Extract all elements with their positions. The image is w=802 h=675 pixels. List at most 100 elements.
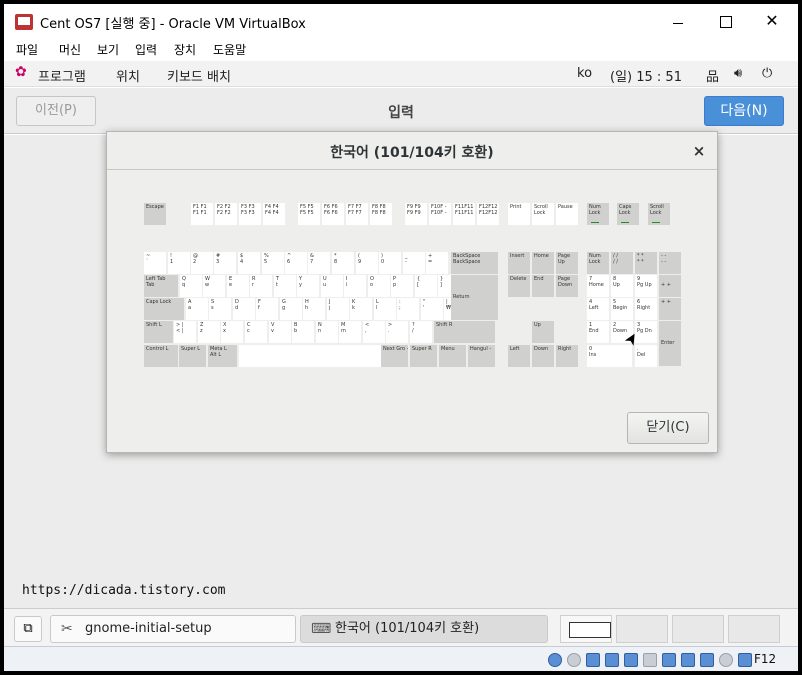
key: J j xyxy=(327,298,349,320)
key: Hangul - xyxy=(468,345,495,367)
key: : ; xyxy=(397,298,419,320)
key: S s xyxy=(209,298,231,320)
key: H h xyxy=(303,298,325,320)
key: F3 F3 F3 F3 xyxy=(239,203,261,225)
key: F7 F7 F7 F7 xyxy=(346,203,368,225)
keyboard-icon: ⌨ xyxy=(311,621,332,637)
key: BackSpace BackSpace xyxy=(451,252,499,274)
keyboard-diagram: Escape F1 F1 F1 F1 F2 F2 F2 F2 F3 F3 F3 F3 F… xyxy=(107,171,717,406)
taskbar-item-label: 한국어 (101/104키 호환) xyxy=(335,621,480,636)
cpu-icon[interactable] xyxy=(700,653,714,667)
applications-menu[interactable]: 프로그램 xyxy=(38,66,86,85)
optical-drive-icon[interactable] xyxy=(567,653,581,667)
hard-disk-icon[interactable] xyxy=(548,653,562,667)
workspace-3[interactable] xyxy=(672,615,724,643)
clock[interactable]: (일) 15 : 51 xyxy=(610,66,682,85)
key: Shift R xyxy=(434,321,496,343)
key: + + xyxy=(659,298,681,320)
key: _ - xyxy=(403,252,425,274)
menu-help[interactable]: 도움말 xyxy=(213,41,246,58)
key: End xyxy=(532,275,554,297)
audio-icon[interactable] xyxy=(586,653,600,667)
input-method-indicator[interactable]: ko xyxy=(577,66,592,81)
key: Down xyxy=(532,345,554,367)
key: @ 2 xyxy=(191,252,213,274)
close-icon[interactable]: × xyxy=(689,141,709,161)
key: Page Up xyxy=(556,252,578,274)
key: 4 Left xyxy=(587,298,609,320)
key: Menu xyxy=(439,345,466,367)
key: - - - - xyxy=(659,252,681,274)
watermark-text: https://dicada.tistory.com xyxy=(22,583,226,598)
key: # 3 xyxy=(214,252,236,274)
dialog-header: 한국어 (101/104키 호환) × xyxy=(107,132,717,170)
menu-input[interactable]: 입력 xyxy=(135,41,157,58)
key: Meta L Alt L xyxy=(208,345,237,367)
key: Scroll Lock xyxy=(532,203,554,225)
key: F9 F9 F9 F9 xyxy=(405,203,427,225)
shared-folders-icon[interactable] xyxy=(643,653,657,667)
workspace-2[interactable] xyxy=(616,615,668,643)
key: Pause xyxy=(556,203,578,225)
key: Insert xyxy=(508,252,530,274)
places-menu[interactable]: 위치 xyxy=(116,66,140,85)
volume-icon[interactable]: 🔊︎ xyxy=(734,66,742,81)
host-key-label: F12 xyxy=(754,652,777,666)
key: ! 1 xyxy=(168,252,190,274)
menu-devices[interactable]: 장치 xyxy=(174,41,196,58)
window-title: Cent OS7 [실행 중] - Oracle VM VirtualBox xyxy=(40,17,306,32)
key: Return xyxy=(451,275,499,320)
key: Scroll Lock xyxy=(648,203,670,225)
taskbar-item-keyboard-dialog[interactable]: ⌨ 한국어 (101/104키 호환) xyxy=(300,615,548,643)
menu-view[interactable]: 보기 xyxy=(97,41,119,58)
key: F11F11 F11F11 xyxy=(453,203,475,225)
key: U u xyxy=(321,275,343,297)
vm-window: Cent OS7 [실행 중] - Oracle VM VirtualBox ✕… xyxy=(0,0,802,675)
display-icon[interactable] xyxy=(662,653,676,667)
show-desktop-button[interactable]: ⧉ xyxy=(14,616,42,642)
usb-icon[interactable] xyxy=(624,653,638,667)
minimize-button[interactable] xyxy=(666,11,690,31)
key: E e xyxy=(227,275,249,297)
key: & 7 xyxy=(308,252,330,274)
key: F4 F4 F4 F4 xyxy=(263,203,285,225)
key: B b xyxy=(292,321,314,343)
key: ~ ` xyxy=(144,252,166,274)
tools-icon: ✂ xyxy=(61,621,73,637)
key: P p xyxy=(391,275,413,297)
key: Super L xyxy=(179,345,206,367)
network-icon[interactable]: 品 xyxy=(706,66,719,85)
video-capture-icon[interactable] xyxy=(681,653,695,667)
key: F f xyxy=(256,298,278,320)
key xyxy=(239,345,381,367)
taskbar-item-initial-setup[interactable]: ✂ gnome-initial-setup xyxy=(50,615,296,643)
key: 0 Ins xyxy=(587,345,632,367)
key: F8 F8 F8 F8 xyxy=(370,203,392,225)
close-window-button[interactable]: ✕ xyxy=(760,11,784,31)
dialog-close-button[interactable]: 닫기(C) xyxy=(627,412,709,444)
key: Y y xyxy=(297,275,319,297)
key: Delete xyxy=(508,275,530,297)
workspace-4[interactable] xyxy=(728,615,780,643)
key: % 5 xyxy=(262,252,284,274)
key: Caps Lock xyxy=(144,298,185,320)
key: 7 Home xyxy=(587,275,609,297)
key: N n xyxy=(316,321,338,343)
keyboard-layout-menu[interactable]: 키보드 배치 xyxy=(167,66,231,85)
host-key-arrow-icon[interactable] xyxy=(738,653,752,667)
power-icon[interactable]: ⏻ xyxy=(762,66,772,81)
mouse-integration-icon[interactable] xyxy=(719,653,733,667)
menu-file[interactable]: 파일 xyxy=(16,41,38,58)
key: W w xyxy=(203,275,225,297)
key: Caps Lock xyxy=(617,203,639,225)
key: ^ 6 xyxy=(285,252,307,274)
maximize-button[interactable] xyxy=(713,11,737,31)
key: 6 Right xyxy=(635,298,657,320)
menu-machine[interactable]: 머신 xyxy=(59,41,81,58)
next-button[interactable]: 다음(N) xyxy=(704,96,784,126)
key: < , xyxy=(363,321,385,343)
workspace-1[interactable] xyxy=(560,615,612,643)
network-adapter-icon[interactable] xyxy=(605,653,619,667)
key: ? / xyxy=(410,321,432,343)
vbox-title-bar: Cent OS7 [실행 중] - Oracle VM VirtualBox ✕ xyxy=(4,4,798,38)
